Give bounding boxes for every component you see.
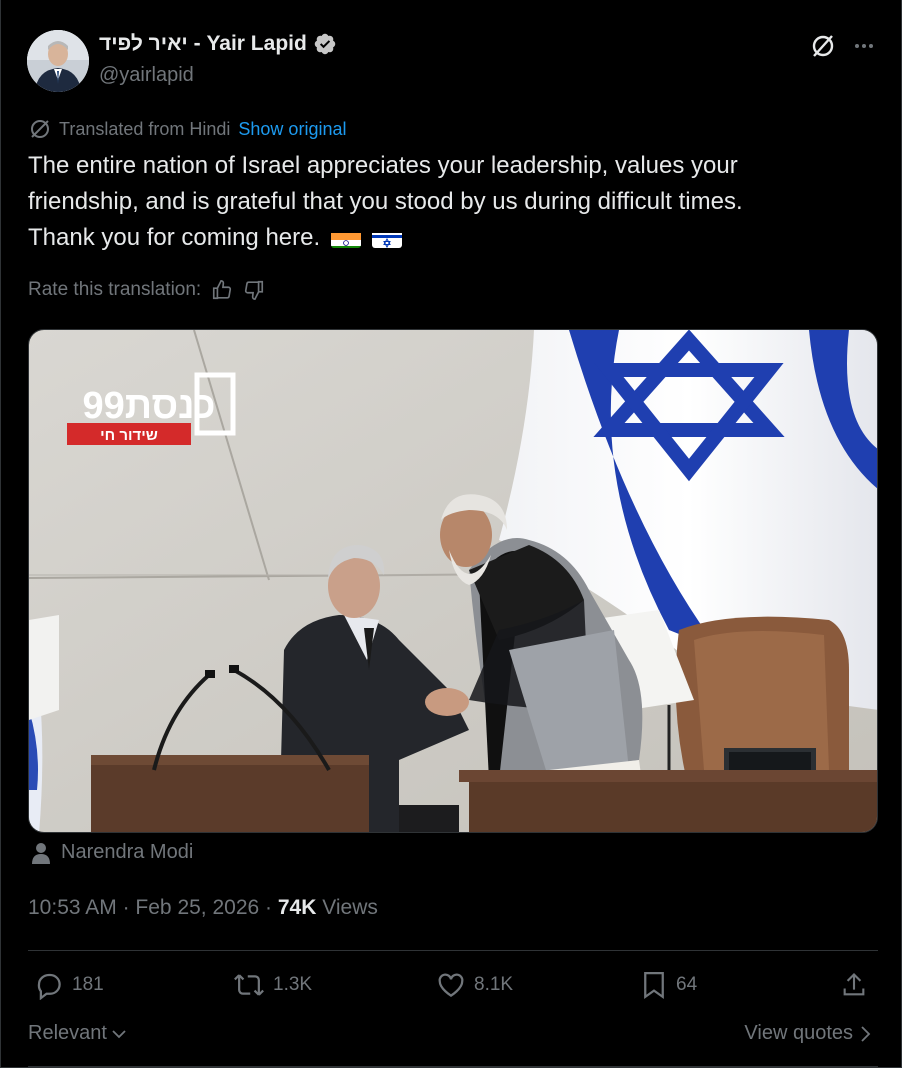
chevron-down-icon <box>112 1029 126 1038</box>
tweet-meta: 10:53 AM · Feb 25, 2026 · 74K Views <box>28 896 378 920</box>
rate-label: Rate this translation: <box>28 279 202 300</box>
divider <box>28 950 878 951</box>
thumbs-down-icon[interactable] <box>243 279 265 301</box>
tweet-time[interactable]: 10:53 AM <box>28 896 117 919</box>
author-name[interactable]: יאיר לפיד - Yair Lapid <box>99 32 337 56</box>
like-icon <box>438 973 464 997</box>
person-icon <box>32 842 50 864</box>
channel-logo-text: כנסת99 <box>82 385 215 427</box>
media-photo: כנסת99 שידור חי <box>29 330 877 832</box>
reply-count: 181 <box>72 974 104 995</box>
display-name[interactable]: יאיר לפיד - Yair Lapid <box>99 32 307 56</box>
live-banner-text: שידור חי <box>100 427 158 444</box>
view-quotes-link[interactable]: View quotes <box>744 1022 871 1045</box>
share-icon <box>843 973 865 996</box>
show-original-link[interactable]: Show original <box>238 119 346 140</box>
rate-translation: Rate this translation: <box>28 279 265 301</box>
reply-icon <box>37 973 61 1000</box>
thumbs-up-icon[interactable] <box>211 279 233 301</box>
views-label: Views <box>322 896 378 919</box>
avatar[interactable] <box>27 30 89 92</box>
repost-button[interactable]: 1.3K <box>233 970 312 1000</box>
sort-label: Relevant <box>28 1022 107 1044</box>
like-button[interactable]: 8.1K <box>436 970 513 1000</box>
meta-separator: · <box>122 896 130 919</box>
translated-label: Translated from Hindi <box>59 118 231 139</box>
tweet-line-last: Thank you for coming here. <box>28 220 878 256</box>
like-count: 8.1K <box>474 974 514 995</box>
verified-badge-icon <box>314 33 336 55</box>
tweet-line: friendship, and is grateful that you sto… <box>28 188 743 215</box>
divider <box>28 1066 878 1067</box>
repost-icon <box>234 974 264 996</box>
tweet-media[interactable]: כנסת99 שידור חי <box>28 329 878 833</box>
tagged-person[interactable]: Narendra Modi <box>31 841 193 864</box>
meta-separator: · <box>265 896 273 919</box>
israel-flag-icon <box>371 228 402 248</box>
tweet-date[interactable]: Feb 25, 2026 <box>135 896 259 919</box>
grok-icon[interactable] <box>809 32 837 60</box>
translate-icon <box>31 120 49 138</box>
tweet-detail: יאיר לפיד - Yair Lapid @yairlapid Transl… <box>0 0 902 1068</box>
author-handle[interactable]: @yairlapid <box>99 64 194 87</box>
tweet-line: The entire nation of Israel appreciates … <box>28 152 738 179</box>
india-flag-icon <box>330 228 361 248</box>
action-bar: 181 1.3K 8.1K 64 <box>28 970 878 1006</box>
views-count: 74K <box>277 896 317 919</box>
translation-notice: Translated from Hindi Show original <box>29 118 346 140</box>
tagged-person-name[interactable]: Narendra Modi <box>61 841 193 864</box>
share-button[interactable] <box>840 970 868 1000</box>
bookmark-icon <box>644 972 664 1000</box>
tweet-text: The entire nation of Israel appreciates … <box>28 148 878 256</box>
bookmark-count: 64 <box>676 974 698 995</box>
tweet-line: Thank you for coming here. <box>28 224 321 251</box>
chevron-right-icon <box>861 1025 871 1042</box>
more-icon[interactable] <box>850 32 878 60</box>
repost-count: 1.3K <box>273 974 313 995</box>
reply-button[interactable]: 181 <box>34 970 104 1000</box>
view-quotes-label: View quotes <box>744 1022 853 1044</box>
bookmark-button[interactable]: 64 <box>640 970 697 1000</box>
sort-dropdown[interactable]: Relevant <box>28 1022 127 1045</box>
